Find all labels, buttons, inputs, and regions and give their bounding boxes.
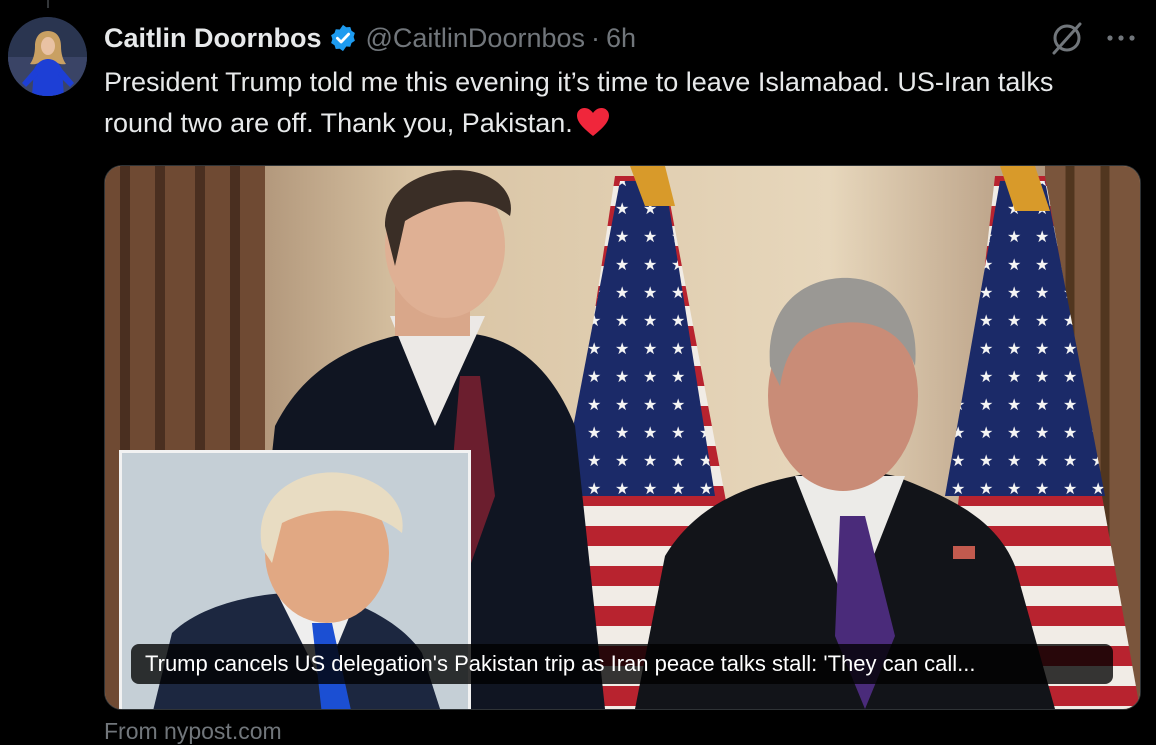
heart-emoji-icon xyxy=(575,106,611,138)
link-card[interactable]: ★ xyxy=(104,165,1141,710)
tweet-timestamp[interactable]: 6h xyxy=(606,23,636,54)
tweet-header: Caitlin Doornbos @CaitlinDoornbos · 6h xyxy=(104,20,636,56)
more-icon[interactable] xyxy=(1104,26,1138,50)
card-caption: Trump cancels US delegation's Pakistan t… xyxy=(131,644,1113,684)
grok-icon[interactable] xyxy=(1049,20,1085,56)
author-name[interactable]: Caitlin Doornbos xyxy=(104,23,322,54)
separator-dot: · xyxy=(591,22,601,53)
thread-connector-line xyxy=(47,0,49,8)
tweet-text: President Trump told me this evening it’… xyxy=(104,62,1114,144)
author-handle[interactable]: @CaitlinDoornbos xyxy=(366,23,586,54)
card-source[interactable]: From nypost.com xyxy=(104,718,282,745)
avatar[interactable] xyxy=(8,17,87,96)
verified-badge-icon[interactable] xyxy=(328,23,358,53)
